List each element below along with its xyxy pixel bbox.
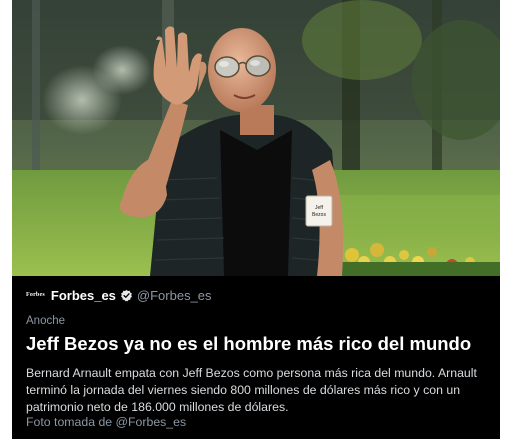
account-name[interactable]: Forbes_es [51,288,116,303]
badge-name-line2: Bezos [312,212,326,218]
headline-link[interactable]: Jeff Bezos ya no es el hombre más rico d… [26,333,496,355]
news-card[interactable]: Jeff Bezos Forbes Forbes_es @Forbes_es A… [12,0,500,439]
source-row[interactable]: Forbes Forbes_es @Forbes_es [26,287,212,303]
post-time: Anoche [26,315,66,327]
verified-check-icon [121,289,132,301]
badge-name-line1: Jeff [315,205,324,211]
news-photo: Jeff Bezos [12,0,500,276]
photo-credit: Foto tomada de @Forbes_es [26,415,187,429]
account-handle[interactable]: @Forbes_es [137,288,212,303]
summary-text: Bernard Arnault empata con Jeff Bezos co… [26,366,477,414]
forbes-logo: Forbes [26,292,45,298]
